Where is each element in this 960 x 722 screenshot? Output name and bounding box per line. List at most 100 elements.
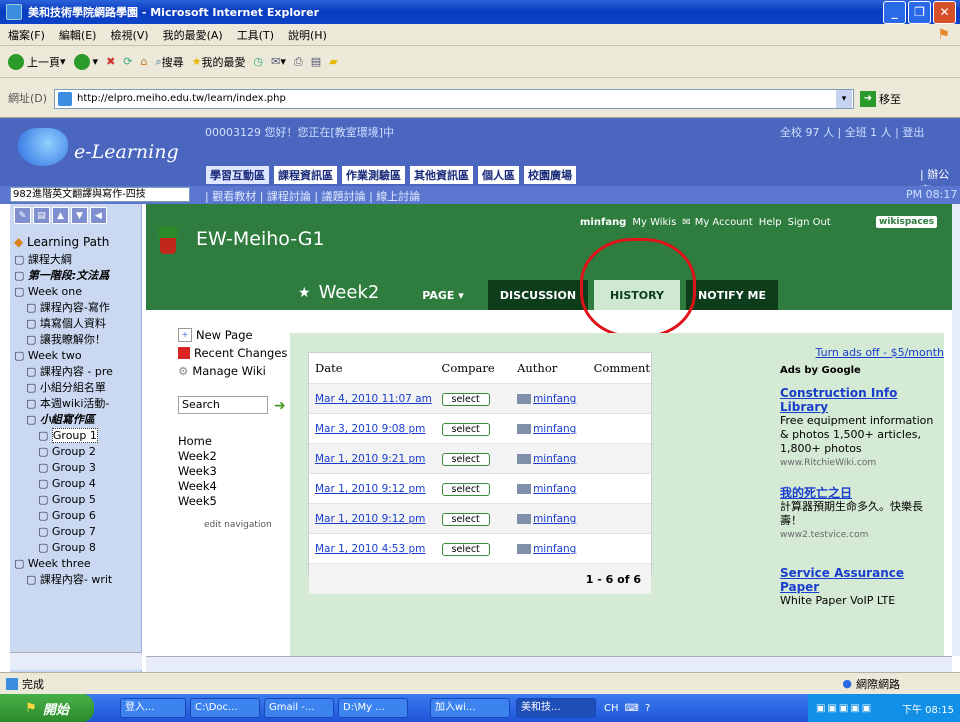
compare-select-button[interactable]: select [441, 393, 490, 406]
author-link[interactable]: minfang [533, 543, 576, 555]
nav-page-week2[interactable]: Week2 [178, 449, 217, 464]
new-page-link[interactable]: + New Page [178, 326, 287, 344]
menu-view[interactable]: 檢視(V) [110, 27, 148, 43]
menu-help[interactable]: 說明(H) [288, 27, 327, 43]
sidebar-item[interactable]: ▢ 本週wiki活動- [14, 396, 142, 412]
sidebar-item[interactable]: ▢ 第一階段:文法爲 [14, 268, 142, 284]
menu-tools[interactable]: 工具(T) [237, 27, 274, 43]
course-sublinks[interactable]: | 觀看教材 | 課程討論 | 議題討論 | 線上討論 [205, 188, 420, 204]
sidebar-item[interactable]: ▢ Week two [14, 348, 142, 364]
wiki-search-input[interactable]: Search [178, 396, 268, 414]
compare-select-button[interactable]: select [441, 543, 490, 556]
refresh-button[interactable]: ⟳ [123, 55, 132, 68]
lms-tab-interaction[interactable]: 學習互動區 [205, 165, 270, 185]
sidebar-item[interactable]: ▢ Group 6 [14, 508, 142, 524]
star-icon[interactable]: ★ [298, 285, 311, 301]
wikispaces-logo[interactable]: wikispaces [876, 216, 938, 228]
sidebar-item[interactable]: ▢ 小組寫作區 [14, 412, 142, 428]
tab-page[interactable]: PAGE ▾ [404, 280, 482, 310]
close-button[interactable]: ✕ [933, 0, 956, 24]
edit-button[interactable]: ▤ [311, 55, 321, 68]
task-button[interactable]: 加入wi... [430, 698, 510, 718]
my-wikis-link[interactable]: My Wikis [632, 217, 676, 228]
search-go-arrow-icon[interactable]: ➜ [274, 398, 286, 414]
turn-ads-off-link[interactable]: Turn ads off - $5/month [780, 346, 944, 360]
sidebar-item[interactable]: ▢ 課程內容- writ [14, 572, 142, 588]
minimize-button[interactable]: _ [883, 0, 906, 24]
horizontal-scrollbar[interactable] [146, 656, 952, 672]
sidebar-item[interactable]: ▢ Group 2 [14, 444, 142, 460]
address-dropdown-button[interactable]: ▾ [836, 90, 852, 108]
learning-path-title[interactable]: ◆ Learning Path [14, 234, 142, 250]
compare-select-button[interactable]: select [441, 483, 490, 496]
nav-page-home[interactable]: Home [178, 434, 217, 449]
tray-icons[interactable]: ▣▣▣▣▣ [816, 703, 873, 714]
task-button[interactable]: Gmail -... [264, 698, 334, 718]
author-link[interactable]: minfang [533, 483, 576, 495]
lms-tab-course-info[interactable]: 課程資訊區 [273, 165, 338, 185]
author-link[interactable]: minfang [533, 453, 576, 465]
sidebar-item[interactable]: ▢ Group 8 [14, 540, 142, 556]
nav-page-week5[interactable]: Week5 [178, 494, 217, 509]
sidebar-horizontal-scrollbar[interactable] [10, 652, 142, 670]
task-button-active[interactable]: 美和技... [516, 698, 596, 718]
sidebar-item[interactable]: ▢ Week three [14, 556, 142, 572]
author-link[interactable]: minfang [533, 513, 576, 525]
menu-favorites[interactable]: 我的最愛(A) [163, 27, 223, 43]
folder-button[interactable]: ▰ [329, 55, 337, 68]
menu-edit[interactable]: 編輯(E) [59, 27, 97, 43]
nav-page-week3[interactable]: Week3 [178, 464, 217, 479]
course-select[interactable]: 982進階英文翻譯與寫作-四技 [10, 187, 190, 202]
go-button[interactable]: ➜ 移至 [860, 89, 901, 109]
recent-changes-link[interactable]: Recent Changes [178, 344, 287, 362]
sidebar-item[interactable]: ▢ Group 1 [14, 428, 142, 444]
wiki-title[interactable]: EW-Meiho-G1 [196, 228, 325, 250]
sidebar-item[interactable]: ▢ Group 3 [14, 460, 142, 476]
task-button[interactable]: 登入... [120, 698, 186, 718]
lms-tab-campus[interactable]: 校園廣場 [523, 165, 577, 185]
manage-wiki-link[interactable]: ⚙ Manage Wiki [178, 362, 287, 380]
down-arrow-icon[interactable]: ▼ [71, 207, 88, 224]
sidebar-item[interactable]: ▢ 小組分組名單 [14, 380, 142, 396]
revision-date-link[interactable]: Mar 1, 2010 9:21 pm [315, 453, 425, 465]
compare-select-button[interactable]: select [441, 513, 490, 526]
revision-date-link[interactable]: Mar 4, 2010 11:07 am [315, 393, 432, 405]
sidebar-item[interactable]: ▢ Group 4 [14, 476, 142, 492]
left-arrow-icon[interactable]: ◀ [90, 207, 107, 224]
task-button[interactable]: C:\Doc... [190, 698, 260, 718]
compare-select-button[interactable]: select [441, 423, 490, 436]
pencil-icon[interactable]: ✎ [14, 207, 31, 224]
nav-page-week4[interactable]: Week4 [178, 479, 217, 494]
lms-tab-other[interactable]: 其他資訊區 [409, 165, 474, 185]
revision-date-link[interactable]: Mar 1, 2010 9:12 pm [315, 513, 425, 525]
page-icon[interactable]: ▤ [33, 207, 50, 224]
favorites-button[interactable]: ★ 我的最愛 [192, 54, 246, 70]
revision-date-link[interactable]: Mar 1, 2010 4:53 pm [315, 543, 425, 555]
sidebar-item[interactable]: ▢ 讓我瞭解你！ [14, 332, 142, 348]
tab-discussion[interactable]: DISCUSSION [488, 280, 588, 310]
revision-date-link[interactable]: Mar 3, 2010 9:08 pm [315, 423, 425, 435]
edit-navigation-link[interactable]: edit navigation [204, 520, 272, 530]
ad-item[interactable]: Service Assurance Paper White Paper VoIP… [780, 566, 944, 608]
tab-notify-me[interactable]: NOTIFY ME [686, 280, 778, 310]
compare-select-button[interactable]: select [441, 453, 490, 466]
lms-tab-personal[interactable]: 個人區 [477, 165, 520, 185]
revision-date-link[interactable]: Mar 1, 2010 9:12 pm [315, 483, 425, 495]
address-input[interactable]: http://elpro.meiho.edu.tw/learn/index.ph… [54, 89, 854, 109]
mail-button[interactable]: ✉ ▾ [271, 55, 286, 68]
back-button[interactable]: 上一頁 ▾ [8, 53, 66, 70]
home-button[interactable]: ⌂ [141, 55, 148, 68]
vertical-scrollbar[interactable] [952, 204, 960, 656]
start-button[interactable]: ⚑ 開始 [0, 694, 94, 722]
sidebar-item[interactable]: ▢ 課程內容 - pre [14, 364, 142, 380]
sidebar-item[interactable]: ▢ 課程大綱 [14, 252, 142, 268]
ad-item[interactable]: Construction Info Library Free equipment… [780, 386, 944, 470]
language-bar[interactable]: CH ⌨ ? [604, 698, 650, 718]
sidebar-item[interactable]: ▢ 填寫個人資料 [14, 316, 142, 332]
user-name[interactable]: minfang [580, 217, 626, 228]
sidebar-item[interactable]: ▢ Group 7 [14, 524, 142, 540]
search-button[interactable]: ⌕ 搜尋 [155, 54, 183, 70]
history-button[interactable]: ◷ [254, 55, 264, 68]
task-button[interactable]: D:\My ... [338, 698, 408, 718]
sign-out-link[interactable]: Sign Out [788, 217, 831, 228]
